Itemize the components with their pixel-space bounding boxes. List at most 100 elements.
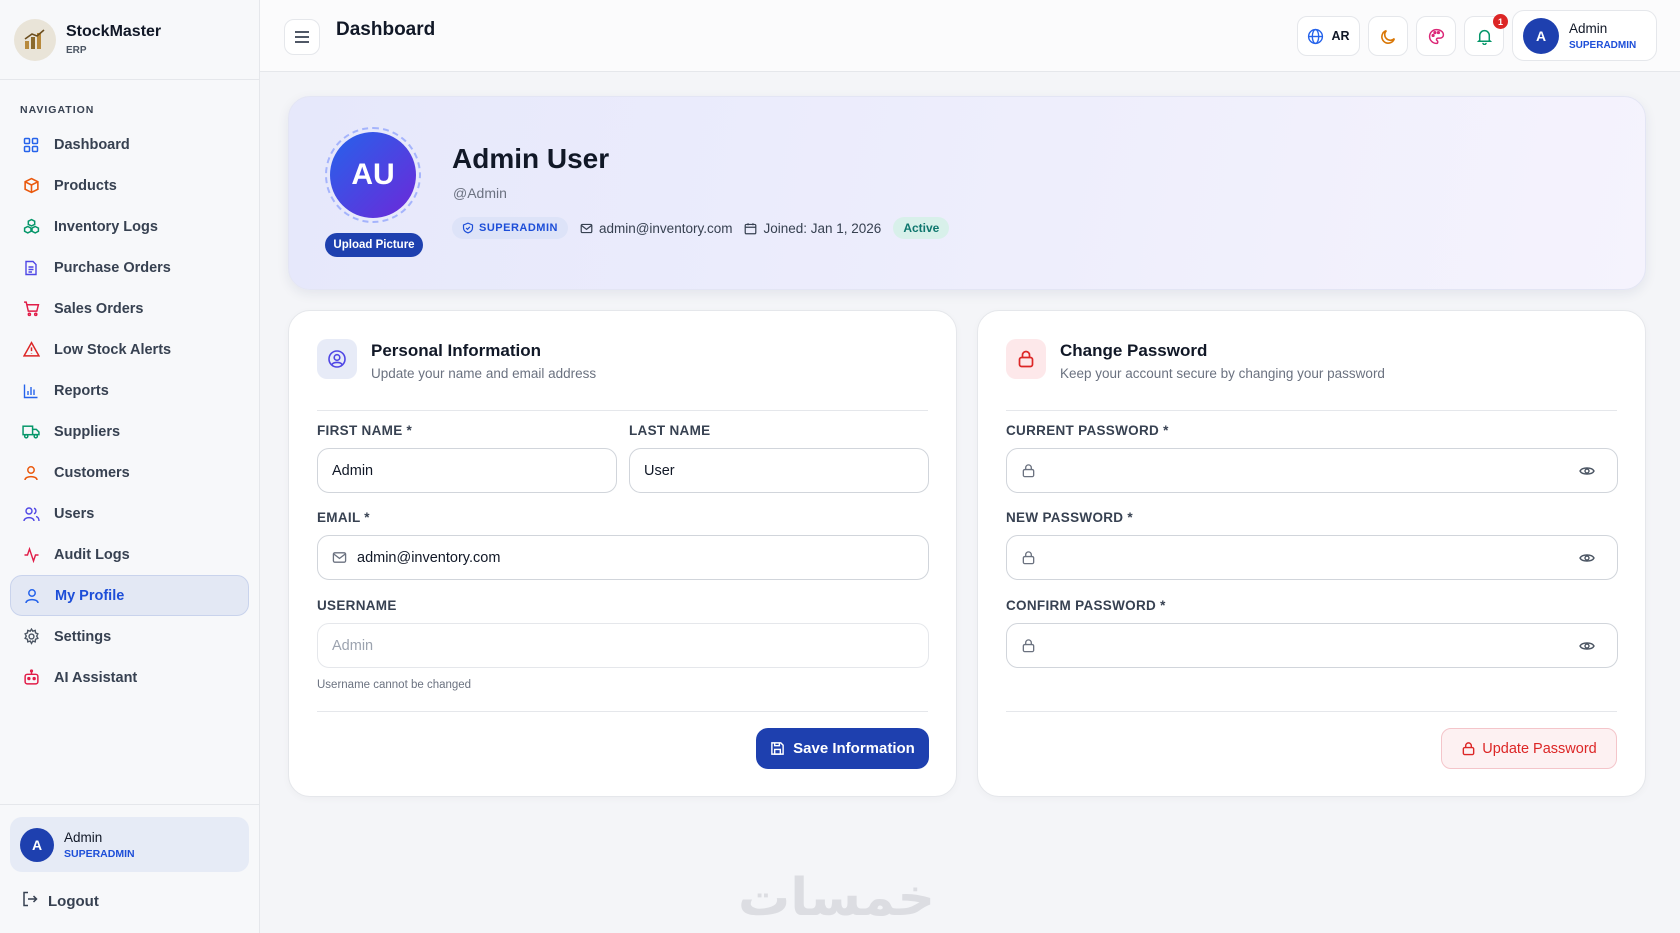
card-header: Personal Information Update your name an… [317, 339, 928, 411]
sidebar-item-dashboard[interactable]: Dashboard [10, 124, 249, 165]
sidebar-item-my-profile[interactable]: My Profile [10, 575, 249, 616]
eye-icon[interactable] [1579, 550, 1595, 566]
sidebar-item-settings[interactable]: Settings [10, 616, 249, 657]
sidebar-item-low-stock-alerts[interactable]: Low Stock Alerts [10, 329, 249, 370]
hamburger-icon [295, 31, 309, 43]
language-button[interactable]: AR [1297, 16, 1360, 56]
sidebar-item-label: My Profile [55, 587, 125, 604]
profile-avatar: AU [330, 132, 416, 218]
language-label: AR [1331, 29, 1350, 43]
confirm-password-label: CONFIRM PASSWORD * [1006, 598, 1166, 613]
user-circle-icon [317, 339, 357, 379]
role-badge: SUPERADMIN [452, 217, 568, 239]
brand-logo-icon [14, 18, 56, 61]
card-subtitle: Keep your account secure by changing you… [1060, 366, 1385, 381]
save-information-button[interactable]: Save Information [756, 728, 929, 769]
sidebar-item-purchase-orders[interactable]: Purchase Orders [10, 247, 249, 288]
user-menu-button[interactable]: A Admin SUPERADMIN [1512, 10, 1657, 61]
email-field[interactable]: admin@inventory.com [317, 535, 929, 580]
profile-joined-text: Joined: Jan 1, 2026 [763, 220, 882, 236]
user-icon [23, 587, 41, 605]
eye-icon[interactable] [1579, 463, 1595, 479]
topbar-user-name: Admin [1569, 20, 1608, 36]
sidebar-item-suppliers[interactable]: Suppliers [10, 411, 249, 452]
card-header: Change Password Keep your account secure… [1006, 339, 1617, 411]
sidebar-item-label: Sales Orders [54, 300, 144, 317]
last-name-label: LAST NAME [629, 423, 711, 438]
profile-handle: @Admin [453, 185, 507, 201]
sidebar-item-label: Products [54, 177, 117, 194]
avatar: A [20, 827, 54, 862]
sidebar-item-inventory-logs[interactable]: Inventory Logs [10, 206, 249, 247]
card-divider [317, 711, 928, 712]
sidebar-item-reports[interactable]: Reports [10, 370, 249, 411]
palette-button[interactable] [1416, 16, 1456, 56]
sidebar-item-users[interactable]: Users [10, 493, 249, 534]
username-label: USERNAME [317, 598, 397, 613]
email-value: admin@inventory.com [357, 549, 501, 566]
confirm-password-field[interactable] [1006, 623, 1618, 668]
status-badge: Active [893, 217, 950, 239]
package-icon [22, 177, 40, 195]
sidebar-item-label: Customers [54, 464, 130, 481]
document-icon [22, 259, 40, 277]
sidebar: StockMaster ERP NAVIGATION Dashboard Pro… [0, 0, 260, 933]
shield-icon [462, 222, 474, 234]
users-icon [22, 505, 40, 523]
lock-icon [1462, 742, 1475, 756]
sidebar-user-name: Admin [64, 829, 103, 845]
sidebar-item-label: Inventory Logs [54, 218, 158, 235]
sidebar-item-audit-logs[interactable]: Audit Logs [10, 534, 249, 575]
sidebar-item-label: Suppliers [54, 423, 121, 440]
sidebar-item-products[interactable]: Products [10, 165, 249, 206]
gear-icon [22, 628, 40, 646]
alert-triangle-icon [22, 341, 40, 359]
update-password-button[interactable]: Update Password [1441, 728, 1617, 769]
sidebar-item-ai-assistant[interactable]: AI Assistant [10, 657, 249, 698]
profile-name: Admin User [452, 143, 610, 174]
menu-toggle-button[interactable] [284, 19, 320, 55]
sidebar-item-label: Low Stock Alerts [54, 341, 172, 358]
topbar: Dashboard AR 1 A Admin SUPERADMIN [260, 0, 1680, 72]
update-button-label: Update Password [1482, 740, 1597, 757]
sidebar-item-customers[interactable]: Customers [10, 452, 249, 493]
role-badge-label: SUPERADMIN [479, 222, 558, 234]
lock-icon [1006, 339, 1046, 379]
card-divider [1006, 711, 1617, 712]
email-label: EMAIL * [317, 510, 370, 525]
sidebar-item-label: Purchase Orders [54, 259, 171, 276]
eye-icon[interactable] [1579, 638, 1595, 654]
notifications-button[interactable]: 1 [1464, 14, 1508, 56]
theme-toggle-button[interactable] [1368, 16, 1408, 56]
first-name-field[interactable]: Admin [317, 448, 617, 493]
brand[interactable]: StockMaster ERP [0, 0, 259, 80]
activity-icon [22, 546, 40, 564]
last-name-field[interactable]: User [629, 448, 929, 493]
save-icon [771, 742, 784, 755]
upload-picture-button[interactable]: Upload Picture [325, 233, 423, 257]
sidebar-item-sales-orders[interactable]: Sales Orders [10, 288, 249, 329]
lock-icon [1022, 551, 1035, 565]
palette-icon [1428, 28, 1444, 44]
truck-icon [22, 423, 40, 441]
new-password-label: NEW PASSWORD * [1006, 510, 1133, 525]
page-title: Dashboard [336, 19, 436, 40]
grid-icon [22, 136, 40, 154]
change-password-card: Change Password Keep your account secure… [977, 310, 1646, 797]
new-password-field[interactable] [1006, 535, 1618, 580]
card-subtitle: Update your name and email address [371, 366, 597, 381]
username-hint: Username cannot be changed [317, 679, 472, 691]
sidebar-user-card[interactable]: A Admin SUPERADMIN [10, 817, 249, 872]
current-password-label: CURRENT PASSWORD * [1006, 423, 1169, 438]
sidebar-item-label: Users [54, 505, 95, 522]
logout-icon [22, 891, 38, 911]
mail-icon [332, 552, 347, 563]
logout-button[interactable]: Logout [22, 891, 99, 911]
username-field[interactable]: Admin [317, 623, 929, 668]
sidebar-user-role: SUPERADMIN [64, 847, 135, 860]
bot-icon [22, 669, 40, 687]
profile-email: admin@inventory.com [580, 220, 733, 236]
current-password-field[interactable] [1006, 448, 1618, 493]
user-icon [22, 464, 40, 482]
profile-email-text: admin@inventory.com [598, 220, 733, 236]
